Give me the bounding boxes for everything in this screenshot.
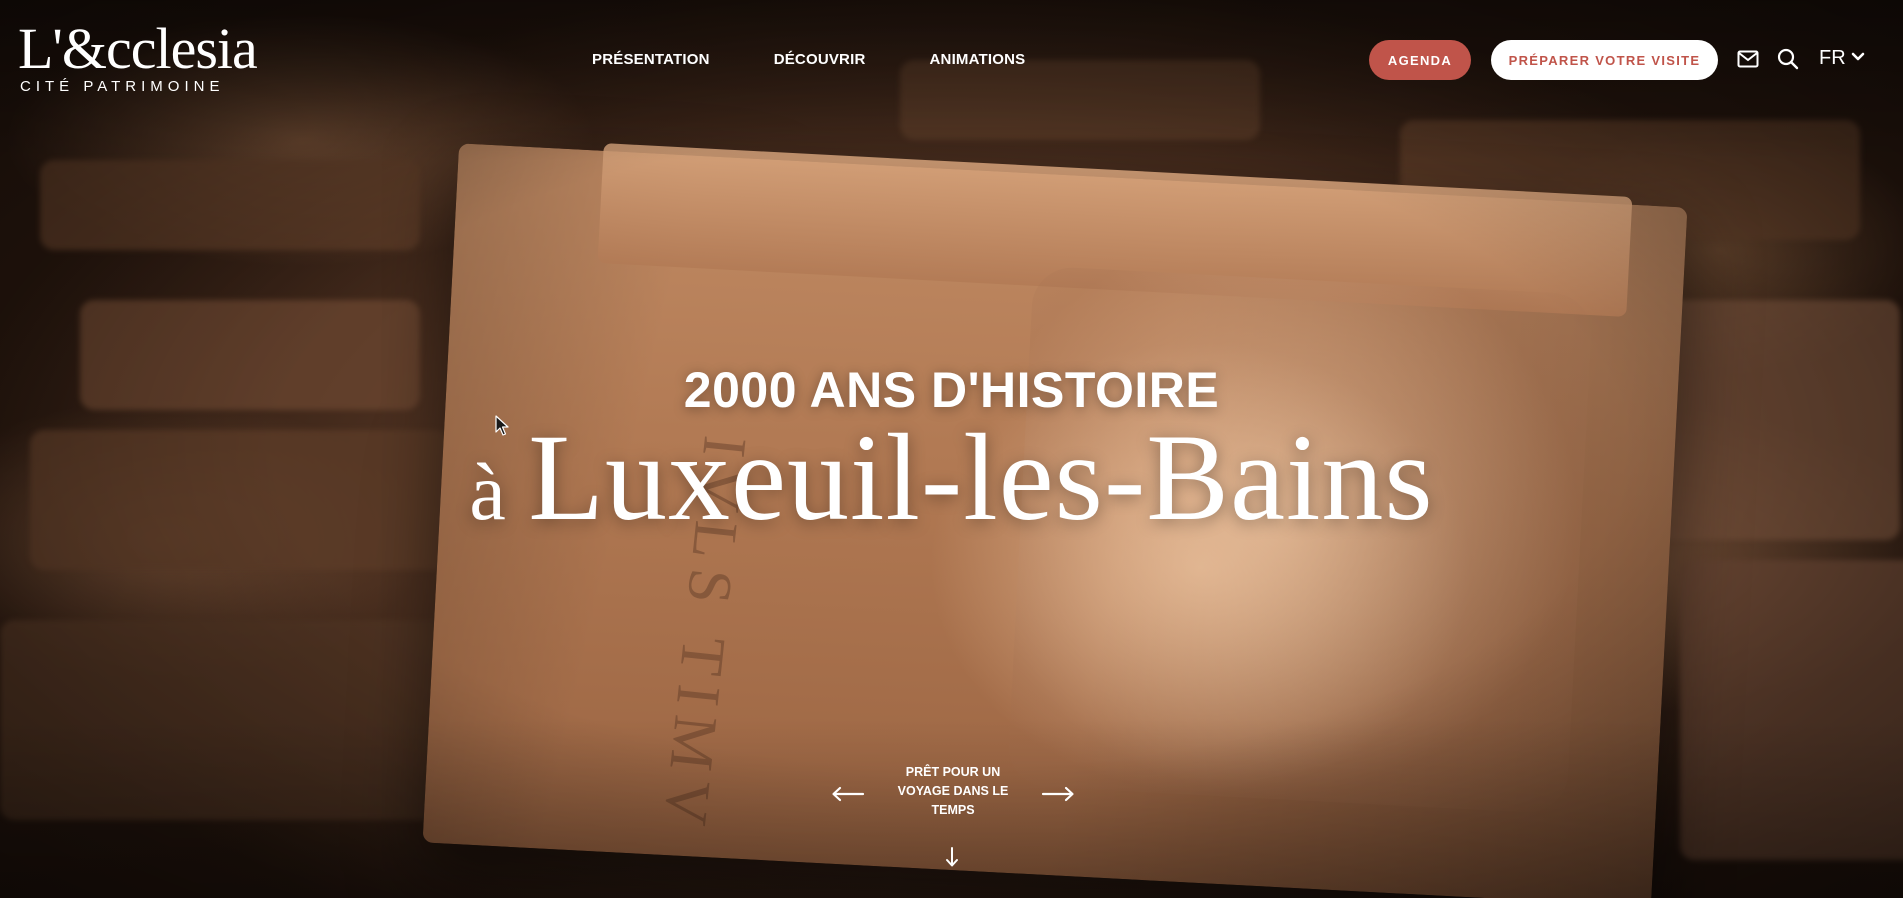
site-header: L'&cclesia CITÉ PATRIMOINE PRÉSENTATION … (0, 0, 1903, 110)
prepare-visit-button[interactable]: PRÉPARER VOTRE VISITE (1491, 40, 1718, 80)
agenda-button[interactable]: AGENDA (1369, 40, 1471, 80)
arrow-right-icon[interactable] (1040, 782, 1076, 806)
hero-title: à Luxeuil-les-Bains (0, 408, 1903, 562)
hero-title-place: Luxeuil-les-Bains (528, 409, 1434, 546)
hero-title-prefix: à (469, 446, 529, 537)
logo-tagline: CITÉ PATRIMOINE (20, 78, 225, 95)
language-label: FR (1819, 47, 1846, 69)
mail-icon[interactable] (1735, 46, 1761, 72)
language-switcher[interactable]: FR (1819, 44, 1865, 72)
site-logo[interactable]: L'&cclesia CITÉ PATRIMOINE (18, 14, 278, 104)
main-navigation: PRÉSENTATION DÉCOUVRIR ANIMATIONS (592, 49, 1025, 71)
arrow-left-icon[interactable] (830, 782, 866, 806)
search-icon[interactable] (1775, 46, 1801, 72)
mouse-cursor-icon (495, 415, 509, 437)
slider-navigation: PRÊT POUR UN VOYAGE DANS LE TEMPS (830, 760, 1076, 824)
nav-item-animations[interactable]: ANIMATIONS (930, 49, 1026, 71)
logo-wordmark: L'&cclesia (18, 16, 258, 81)
slider-caption: PRÊT POUR UN VOYAGE DANS LE TEMPS (897, 765, 1009, 817)
arrow-down-icon[interactable] (941, 846, 963, 868)
nav-item-decouvrir[interactable]: DÉCOUVRIR (774, 49, 866, 71)
nav-item-presentation[interactable]: PRÉSENTATION (592, 49, 710, 71)
chevron-down-icon (1851, 49, 1865, 67)
